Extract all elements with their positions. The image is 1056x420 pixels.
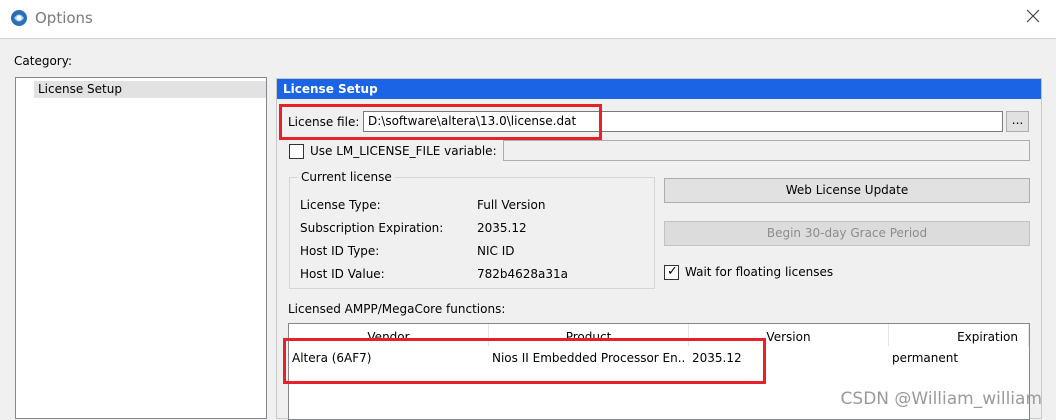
license-setup-panel: License Setup License file: D:\software\… <box>276 78 1042 420</box>
host-id-value-label: Host ID Value: <box>300 267 385 281</box>
grace-period-button[interactable]: Begin 30-day Grace Period <box>664 221 1030 246</box>
use-env-label: Use LM_LICENSE_FILE variable: <box>310 144 497 158</box>
license-file-input[interactable]: D:\software\altera\13.0\license.dat <box>363 111 1003 132</box>
cell-product: Nios II Embedded Processor En... <box>492 351 686 365</box>
env-variable-input[interactable] <box>503 140 1030 161</box>
category-item-label: License Setup <box>38 82 122 96</box>
use-env-checkbox[interactable] <box>289 144 304 159</box>
host-id-value-value: 782b4628a31a <box>477 267 569 281</box>
category-tree[interactable]: License Setup <box>15 77 267 419</box>
cell-vendor: Altera (6AF7) <box>292 351 372 365</box>
column-header-vendor[interactable]: Vendor <box>289 324 489 346</box>
subscription-expiration-label: Subscription Expiration: <box>300 221 444 235</box>
close-icon[interactable] <box>1026 9 1040 23</box>
current-license-group: Current license License Type: Full Versi… <box>289 170 655 289</box>
checkmark-icon: ✓ <box>667 264 678 279</box>
column-header-product[interactable]: Product <box>489 324 689 346</box>
category-item-license-setup[interactable]: License Setup <box>34 81 266 98</box>
current-license-title: Current license <box>298 170 395 184</box>
window-title: Options <box>35 9 93 27</box>
column-header-version[interactable]: Version <box>689 324 889 346</box>
subscription-expiration-value: 2035.12 <box>477 221 527 235</box>
license-file-label: License file: <box>288 115 360 129</box>
license-type-label: License Type: <box>300 198 381 212</box>
browse-button[interactable]: ... <box>1006 111 1029 132</box>
cell-expiration: permanent <box>892 351 959 365</box>
license-type-value: Full Version <box>477 198 546 212</box>
host-id-type-value: NIC ID <box>477 244 515 258</box>
title-bar: Options <box>0 0 1056 38</box>
wait-floating-checkbox[interactable]: ✓ <box>664 264 679 280</box>
cell-version: 2035.12 <box>692 351 742 365</box>
category-label: Category: <box>14 54 72 68</box>
license-file-value: D:\software\altera\13.0\license.dat <box>368 114 577 128</box>
web-license-update-button[interactable]: Web License Update <box>664 178 1030 203</box>
watermark: CSDN @William_william <box>840 389 1042 409</box>
column-header-expiration[interactable]: Expiration <box>889 324 1029 346</box>
host-id-type-label: Host ID Type: <box>300 244 380 258</box>
quartus-app-icon <box>11 10 27 26</box>
wait-floating-label: Wait for floating licenses <box>685 265 834 279</box>
functions-label: Licensed AMPP/MegaCore functions: <box>288 302 506 316</box>
panel-header: License Setup <box>277 79 1041 99</box>
